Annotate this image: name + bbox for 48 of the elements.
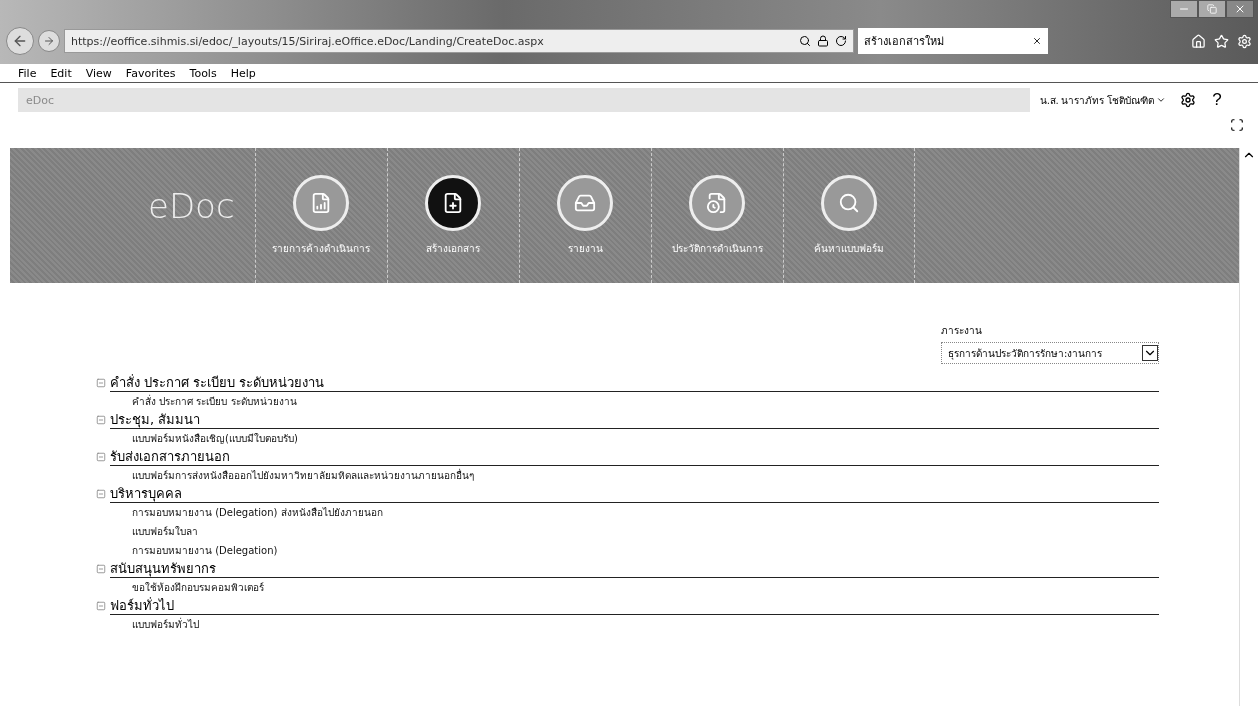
star-icon[interactable]	[1214, 33, 1229, 49]
form-link[interactable]: คำสั่ง ประกาศ ระเบียบ ระดับหน่วยงาน	[96, 392, 1159, 411]
forward-arrow-icon	[43, 35, 55, 47]
menu-item[interactable]: Edit	[50, 66, 72, 80]
workload-select[interactable]: ธุรการด้านประวัติการรักษา:งานการ	[941, 342, 1159, 364]
lock-icon	[817, 35, 829, 47]
form-link[interactable]: แบบฟอร์มหนังสือเชิญ(แบบมีใบตอบรับ)	[96, 429, 1159, 448]
form-link[interactable]: แบบฟอร์มทั่วไป	[96, 615, 1159, 634]
menu-item[interactable]: Favorites	[125, 66, 176, 80]
search-icon[interactable]	[799, 35, 811, 47]
field-label: ภาระงาน	[941, 324, 983, 338]
home-icon[interactable]	[1191, 33, 1206, 49]
settings-icon[interactable]	[1237, 33, 1252, 49]
close-button[interactable]	[1226, 0, 1254, 18]
close-icon	[1234, 3, 1246, 15]
brand-text: eDoc	[26, 93, 54, 107]
menu-item[interactable]: Tools	[189, 66, 217, 80]
menu-item[interactable]: Help	[230, 66, 256, 80]
nav-tab[interactable]: ประวัติการดำเนินการ	[650, 148, 783, 283]
help-button[interactable]: ?	[1212, 90, 1222, 110]
form-link[interactable]: แบบฟอร์มการส่งหนังสือออกไปยังมหาวิทยาลัยมหิดลและหน่วยงานภายนอกอื่นๆ	[96, 466, 1159, 485]
refresh-icon[interactable]	[835, 35, 847, 47]
restore-button[interactable]	[1198, 0, 1226, 18]
menu-item[interactable]: File	[18, 66, 37, 80]
close-icon[interactable]	[1032, 36, 1042, 46]
category-heading: รับส่งเอกสารภายนอก	[110, 448, 1159, 466]
logo-text: eDoc	[148, 185, 236, 226]
caret-icon	[1156, 95, 1167, 105]
restore-icon	[1207, 4, 1217, 14]
nav-tab[interactable]: ค้นหาแบบฟอร์ม	[782, 148, 915, 283]
minimize-button[interactable]	[1170, 0, 1198, 18]
category-heading: คำสั่ง ประกาศ ระเบียบ ระดับหน่วยงาน	[110, 374, 1159, 392]
category-heading: สนับสนุนทรัพยากร	[110, 560, 1159, 578]
form-link[interactable]: แบบฟอร์มใบลา	[96, 522, 1159, 541]
address-bar[interactable]: https://eoffice.sihmis.si/edoc/_layouts/15/Siriraj.eOffice.eDoc/Landing/CreateDoc.aspx	[64, 29, 854, 53]
settings-icon[interactable]	[1180, 92, 1197, 108]
form-link[interactable]: การมอบหมายงาน (Delegation) ส่งหนังสือไปยังภายนอก	[96, 503, 1159, 522]
form-link[interactable]: ขอใช้ห้องฝึกอบรมคอมพิวเตอร์	[96, 578, 1159, 597]
browser-tab[interactable]: สร้างเอกสารใหม่	[858, 28, 1048, 54]
dropdown-caret[interactable]	[1142, 345, 1158, 361]
category-heading: ฟอร์มทั่วไป	[110, 597, 1159, 615]
category-heading: ประชุม, สัมมนา	[110, 411, 1159, 429]
menu-item[interactable]: View	[85, 66, 112, 80]
focus-icon[interactable]	[1230, 118, 1244, 132]
user-menu[interactable]: น.ส. นาราภัทร โชติบัณฑิต	[1040, 92, 1167, 108]
category-heading: บริหารบุคคล	[110, 485, 1159, 503]
back-button[interactable]	[6, 27, 34, 55]
form-link[interactable]: การมอบหมายงาน (Delegation)	[96, 541, 1159, 560]
